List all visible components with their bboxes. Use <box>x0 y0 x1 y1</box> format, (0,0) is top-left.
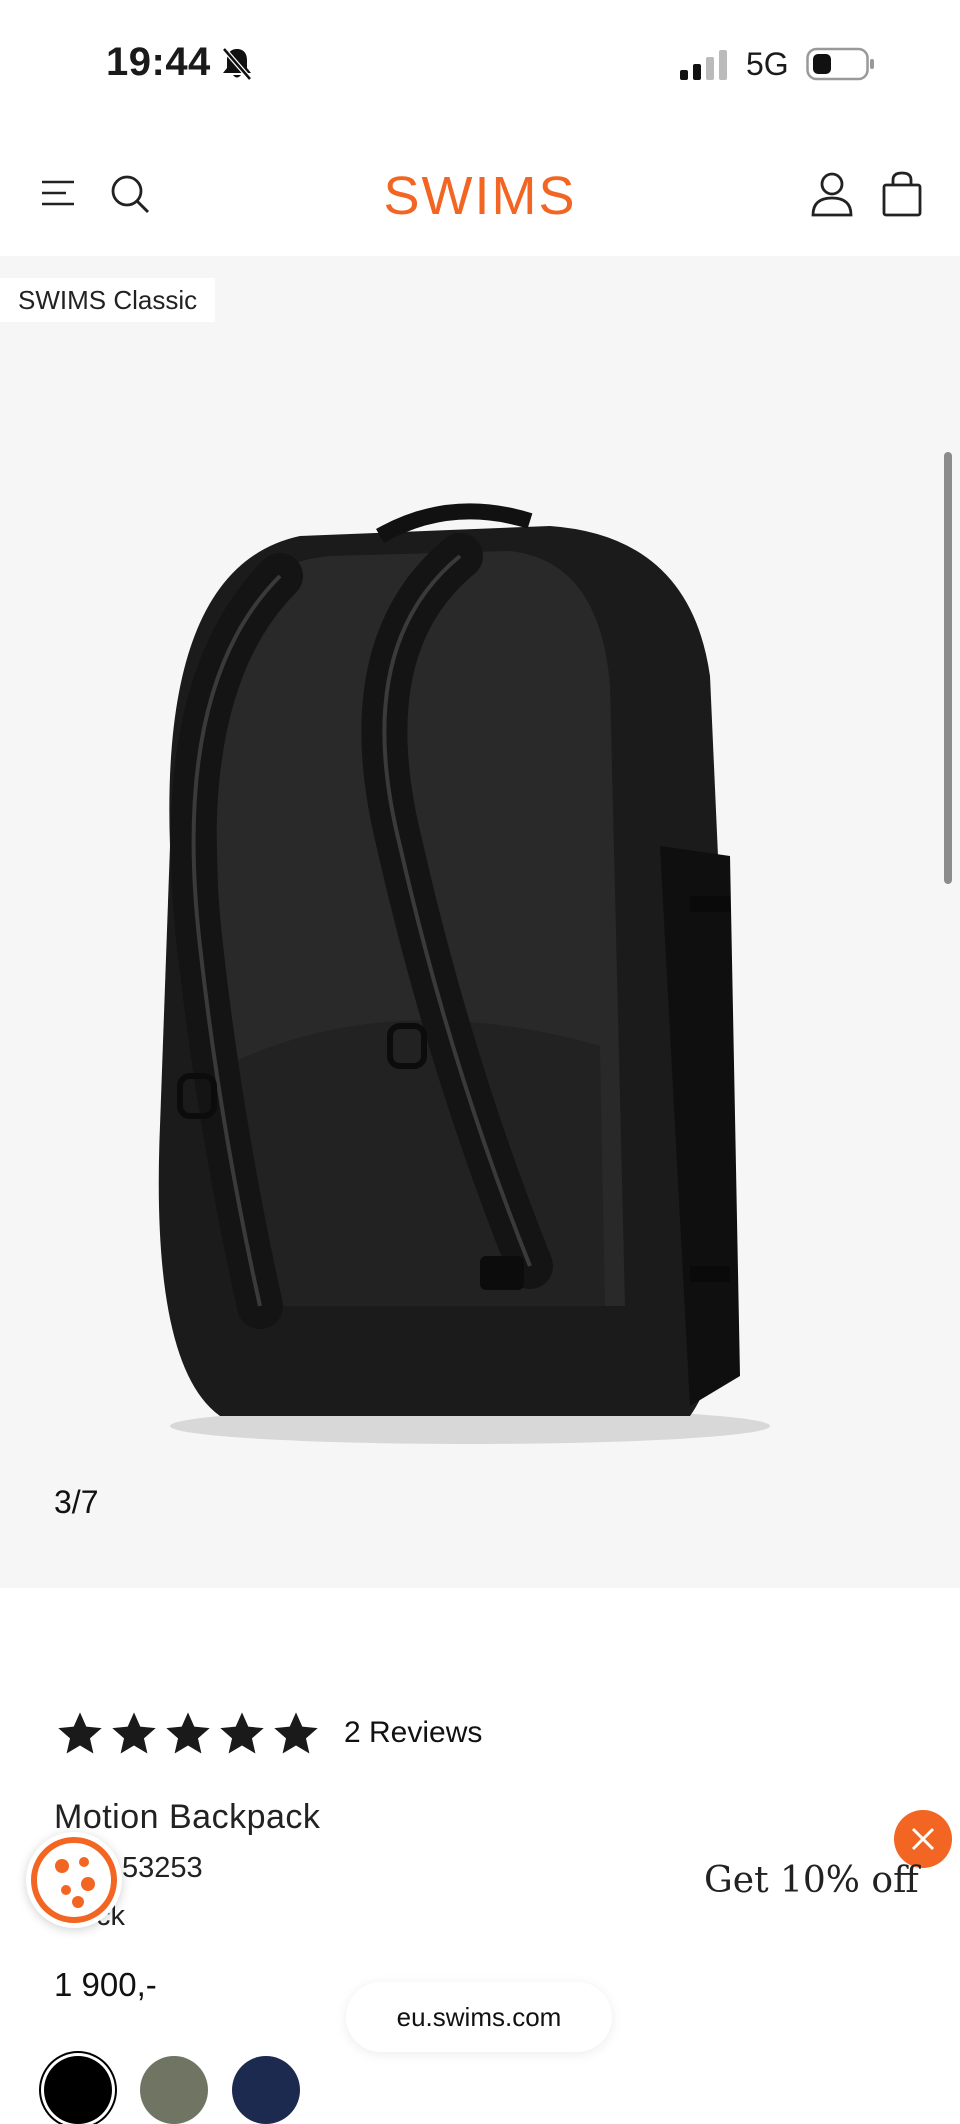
collection-badge: SWIMS Classic <box>0 278 216 322</box>
rating-stars[interactable] <box>54 1708 322 1760</box>
product-sku-value: 53253 <box>122 1852 203 1884</box>
product-price: 1 900,- <box>54 1966 157 2003</box>
product-image[interactable] <box>130 426 810 1466</box>
browser-url-bar[interactable]: eu.swims.com <box>346 1982 612 2052</box>
cookie-icon <box>31 1837 117 1923</box>
reviews-link[interactable]: 2 Reviews <box>344 1716 482 1750</box>
swatch-navy[interactable] <box>232 2056 300 2124</box>
star-icon <box>220 1712 264 1754</box>
site-header: SWIMS <box>0 150 960 256</box>
color-swatches <box>44 2056 344 2124</box>
promo-teaser[interactable]: Get 10% off <box>704 1860 919 1901</box>
brand-logo-text: SWIMS <box>384 166 577 226</box>
signal-icon <box>680 50 732 85</box>
swatch-olive[interactable] <box>140 2056 208 2124</box>
brand-logo[interactable]: SWIMS <box>382 164 578 228</box>
battery-icon <box>806 46 876 87</box>
swatch-black[interactable] <box>44 2056 112 2124</box>
account-icon[interactable] <box>810 170 854 218</box>
star-icon <box>112 1712 156 1754</box>
status-bar: 19:44 5G <box>0 0 960 130</box>
menu-icon[interactable] <box>40 176 76 212</box>
star-icon <box>166 1712 210 1754</box>
gallery-counter: 3/7 <box>54 1484 99 1520</box>
network-label: 5G <box>746 46 789 82</box>
bag-icon[interactable] <box>880 170 924 218</box>
product-gallery[interactable]: SWIMS Classic 3/7 <box>0 256 960 1588</box>
star-icon <box>274 1712 318 1754</box>
star-icon <box>58 1712 102 1754</box>
bell-slash-icon <box>220 46 254 87</box>
page-scrollbar[interactable] <box>944 452 952 884</box>
search-icon[interactable] <box>108 172 152 216</box>
cookie-settings-button[interactable] <box>26 1832 122 1928</box>
status-time: 19:44 <box>106 40 211 84</box>
